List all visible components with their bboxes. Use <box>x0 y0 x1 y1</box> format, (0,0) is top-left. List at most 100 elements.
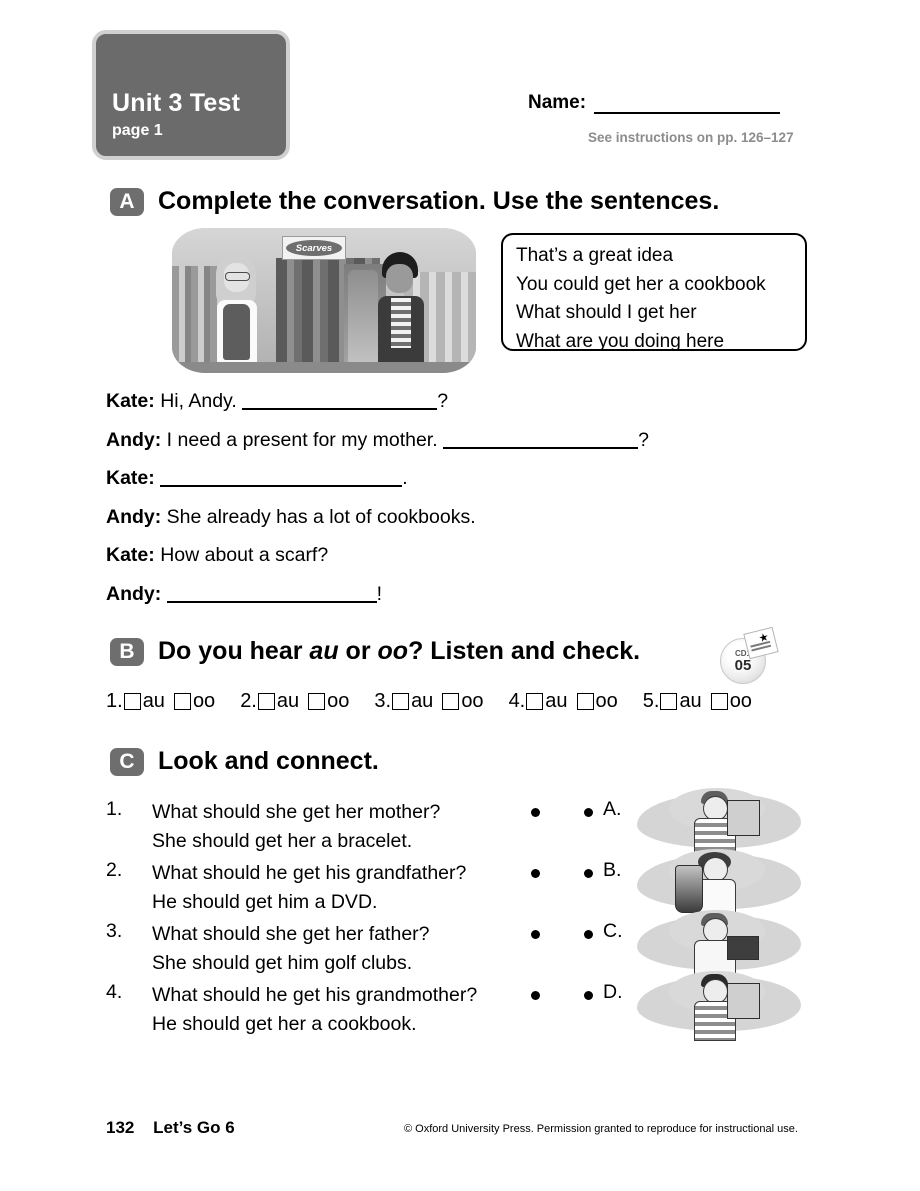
answer-blank[interactable] <box>166 584 377 603</box>
item-number: 3. <box>106 920 123 942</box>
section-b-title: Do you hear au or oo? Listen and check. <box>158 637 640 666</box>
connect-dot-right[interactable] <box>584 991 593 1000</box>
scene-boy-character <box>372 252 434 373</box>
sentence-bank-item: You could get her a cookbook <box>516 273 766 295</box>
checkbox-au-label: au <box>142 690 165 712</box>
question-line-2: He should get him a DVD. <box>152 891 378 913</box>
dialogue-speaker: Kate: <box>106 544 155 566</box>
dialogue-speaker: Andy: <box>106 505 162 528</box>
cookbook-icon <box>727 983 760 1019</box>
cd-track-number: 05 <box>734 656 752 674</box>
item-number: 2. <box>240 690 257 712</box>
dialogue-line: Andy: I need a present for my mother. ? <box>106 429 806 452</box>
scarves-shop-illustration: Scarves <box>172 228 476 373</box>
section-a-title: Complete the conversation. Use the sente… <box>158 187 720 215</box>
question-line-2: She should get her a bracelet. <box>152 830 413 852</box>
matching-question-text: What should he get his grandfather? He s… <box>152 859 466 917</box>
question-line-1: What should he get his grandfather? <box>152 862 467 884</box>
boy-face <box>386 264 413 293</box>
matching-question-text: What should she get her mother? She shou… <box>152 798 440 856</box>
checkbox-au[interactable] <box>123 693 141 710</box>
option-letter: A. <box>603 798 622 820</box>
checkbox-oo[interactable] <box>576 693 594 710</box>
checkbox-au-label: au <box>545 690 568 712</box>
section-b-letter-badge: B <box>110 637 144 666</box>
checkbox-oo-label: oo <box>192 690 216 712</box>
sentence-bank-item: What are you doing here <box>516 330 725 352</box>
dialogue-text: She already has a lot of cookbooks. <box>166 505 476 528</box>
matching-question-text: What should she get her father? She shou… <box>152 920 430 978</box>
checkbox-oo[interactable] <box>173 693 191 710</box>
matching-row: 4. What should he get his grandmother? H… <box>106 971 826 1042</box>
checkbox-oo[interactable] <box>710 693 728 710</box>
dialogue-punctuation: ? <box>437 390 449 412</box>
item-number: 4. <box>508 690 526 712</box>
checkbox-au[interactable] <box>392 693 410 710</box>
question-line-1: What should she get her mother? <box>152 801 441 823</box>
connect-dot-right[interactable] <box>584 930 593 939</box>
checkbox-oo-label: oo <box>595 690 618 712</box>
page-label: page 1 <box>112 122 163 139</box>
option-thumbnail-c <box>633 910 813 980</box>
au-oo-item: 4. au oo <box>509 690 618 713</box>
name-field-row: Name: <box>528 92 781 114</box>
connect-dot-right[interactable] <box>584 869 593 878</box>
dialogue-text: I need a present for my mother. <box>166 428 438 451</box>
unit-test-badge: Unit 3 Test page 1 <box>92 30 290 160</box>
section-a-heading: A Complete the conversation. Use the sen… <box>110 187 719 216</box>
question-line-2: She should get him golf clubs. <box>152 952 413 974</box>
matching-question-text: What should he get his grandmother? He s… <box>152 981 477 1039</box>
au-oo-item: 5. au oo <box>643 690 752 713</box>
connect-dot-left[interactable] <box>531 808 540 817</box>
dialogue-speaker: Kate: <box>106 390 155 412</box>
unit-title: Unit 3 Test <box>112 89 241 117</box>
name-write-in-line[interactable] <box>594 94 781 114</box>
connect-dot-left[interactable] <box>531 930 540 939</box>
checkbox-au-label: au <box>276 690 300 712</box>
music-note-card-icon: ★ <box>743 626 779 660</box>
au-oo-item: 1. au oo <box>106 690 215 713</box>
glasses-icon <box>225 272 250 281</box>
answer-blank[interactable] <box>160 468 403 487</box>
question-line-1: What should she get her father? <box>152 923 430 945</box>
checkbox-oo-label: oo <box>461 690 484 712</box>
answer-blank[interactable] <box>242 391 438 410</box>
au-oo-item: 3. au oo <box>374 690 483 713</box>
option-thumbnail-d <box>633 971 813 1041</box>
connect-dot-left[interactable] <box>531 869 540 878</box>
dialogue-line: Andy: ! <box>106 583 806 606</box>
boy-striped-shirt <box>391 298 411 348</box>
thumb-figure-girl-with-bracelet-box <box>681 912 767 980</box>
thumb-figure-boy-with-dvd <box>681 790 767 858</box>
checkbox-au[interactable] <box>526 693 544 710</box>
checkbox-au[interactable] <box>660 693 678 710</box>
checkbox-au[interactable] <box>257 693 275 710</box>
option-thumbnail-a <box>633 788 813 858</box>
au-oo-checkbox-row: 1. au oo 2. au oo 3. au oo 4. au oo 5. a… <box>106 690 752 713</box>
name-label: Name: <box>528 92 587 113</box>
question-line-1: What should he get his grandmother? <box>152 984 478 1006</box>
answer-blank[interactable] <box>443 430 639 449</box>
item-number: 1. <box>106 690 123 712</box>
connect-dot-left[interactable] <box>531 991 540 1000</box>
option-letter: B. <box>603 859 622 881</box>
checkbox-oo[interactable] <box>442 693 460 710</box>
dialogue-punctuation: . <box>402 467 408 489</box>
footer-book-title: Let’s Go 6 <box>153 1118 235 1137</box>
section-c-letter-badge: C <box>110 747 144 776</box>
question-line-2: He should get her a cookbook. <box>152 1013 417 1035</box>
checkbox-oo[interactable] <box>308 693 326 710</box>
section-c-heading: C Look and connect. <box>110 747 379 776</box>
dialogue-list: Kate: Hi, Andy. ? Andy: I need a present… <box>106 390 806 621</box>
dialogue-line: Andy: She already has a lot of cookbooks… <box>106 506 806 529</box>
dialogue-text: Hi, Andy. <box>160 390 237 412</box>
dvd-case-icon <box>727 800 760 836</box>
item-number: 2. <box>106 859 123 881</box>
connect-dot-right[interactable] <box>584 808 593 817</box>
dialogue-punctuation: ? <box>638 428 649 451</box>
dialogue-speaker: Andy: <box>106 428 162 451</box>
golf-clubs-icon <box>675 865 703 913</box>
sentence-bank-box: That’s a great idea You could get her a … <box>501 233 807 352</box>
section-b-title-part1: Do you hear <box>158 637 310 665</box>
scene-girl-character <box>212 254 268 373</box>
